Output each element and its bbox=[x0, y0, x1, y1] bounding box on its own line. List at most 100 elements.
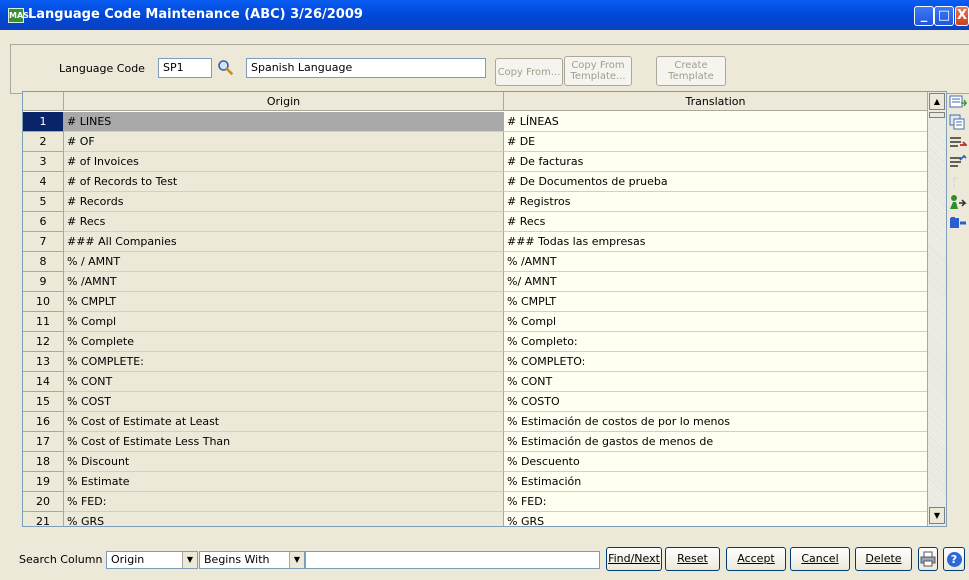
table-row[interactable]: 5 # Records # Registros bbox=[23, 192, 927, 212]
translation-cell[interactable]: % FED: bbox=[504, 492, 927, 512]
table-row[interactable]: 15 % COST % COSTO bbox=[23, 392, 927, 412]
insert-row-icon[interactable] bbox=[949, 94, 967, 110]
maximize-button[interactable]: □ bbox=[934, 6, 954, 26]
translation-column-header[interactable]: Translation bbox=[504, 92, 927, 111]
translation-cell[interactable]: ### Todas las empresas bbox=[504, 232, 927, 252]
translation-cell[interactable]: % Estimación de costos de por lo menos bbox=[504, 412, 927, 432]
translation-cell[interactable]: % CONT bbox=[504, 372, 927, 392]
search-column-select[interactable]: Origin ▼ bbox=[106, 551, 198, 569]
table-row[interactable]: 16 % Cost of Estimate at Least % Estimac… bbox=[23, 412, 927, 432]
origin-cell[interactable]: % / AMNT bbox=[64, 252, 504, 272]
scroll-down-button[interactable]: ▼ bbox=[929, 507, 945, 524]
translation-cell[interactable]: % Estimación bbox=[504, 472, 927, 492]
delete-row-icon[interactable] bbox=[949, 134, 967, 150]
folder-icon[interactable] bbox=[949, 214, 967, 230]
language-description-input[interactable]: Spanish Language bbox=[246, 58, 486, 78]
scroll-thumb[interactable] bbox=[929, 112, 945, 118]
translation-cell[interactable]: % Estimación de gastos de menos de bbox=[504, 432, 927, 452]
lookup-icon[interactable] bbox=[217, 59, 233, 75]
chevron-down-icon[interactable]: ▼ bbox=[182, 552, 197, 568]
origin-cell[interactable]: % CONT bbox=[64, 372, 504, 392]
table-row[interactable]: 10 % CMPLT % CMPLT bbox=[23, 292, 927, 312]
origin-cell[interactable]: % GRS bbox=[64, 512, 504, 526]
origin-cell[interactable]: % /AMNT bbox=[64, 272, 504, 292]
origin-cell[interactable]: % Complete bbox=[64, 332, 504, 352]
origin-cell[interactable]: # of Records to Test bbox=[64, 172, 504, 192]
vertical-scrollbar[interactable]: ▲ ▼ bbox=[927, 92, 946, 526]
search-mode-select[interactable]: Begins With ▼ bbox=[199, 551, 305, 569]
origin-cell[interactable]: # Recs bbox=[64, 212, 504, 232]
translation-cell[interactable]: # Registros bbox=[504, 192, 927, 212]
table-row[interactable]: 6 # Recs # Recs bbox=[23, 212, 927, 232]
table-row[interactable]: 20 % FED: % FED: bbox=[23, 492, 927, 512]
table-row[interactable]: 18 % Discount % Descuento bbox=[23, 452, 927, 472]
origin-cell[interactable]: % COMPLETE: bbox=[64, 352, 504, 372]
delete-button[interactable]: Delete bbox=[855, 547, 912, 571]
translation-cell[interactable]: % CMPLT bbox=[504, 292, 927, 312]
translation-cell[interactable]: % COSTO bbox=[504, 392, 927, 412]
origin-cell[interactable]: % Discount bbox=[64, 452, 504, 472]
translation-cell[interactable]: % GRS bbox=[504, 512, 927, 526]
translation-cell[interactable]: # De Documentos de prueba bbox=[504, 172, 927, 192]
reset-button[interactable]: Reset bbox=[665, 547, 720, 571]
table-row[interactable]: 13 % COMPLETE: % COMPLETO: bbox=[23, 352, 927, 372]
translation-cell[interactable]: # DE bbox=[504, 132, 927, 152]
translation-cell[interactable]: % Descuento bbox=[504, 452, 927, 472]
origin-cell[interactable]: # Records bbox=[64, 192, 504, 212]
table-row[interactable]: 4 # of Records to Test # De Documentos d… bbox=[23, 172, 927, 192]
search-text-input[interactable] bbox=[305, 551, 600, 569]
copy-from-button[interactable]: Copy From... bbox=[495, 58, 563, 86]
origin-column-header[interactable]: Origin bbox=[64, 92, 504, 111]
table-row[interactable]: 1 # LINES # LÍNEAS bbox=[23, 112, 927, 132]
translation-cell[interactable]: % COMPLETO: bbox=[504, 352, 927, 372]
copy-rows-icon[interactable] bbox=[949, 114, 967, 130]
table-row[interactable]: 9 % /AMNT %/ AMNT bbox=[23, 272, 927, 292]
table-row[interactable]: 3 # of Invoices # De facturas bbox=[23, 152, 927, 172]
language-code-input[interactable]: SP1 bbox=[158, 58, 212, 78]
origin-cell[interactable]: % CMPLT bbox=[64, 292, 504, 312]
close-button[interactable]: X bbox=[955, 6, 969, 26]
translation-cell[interactable]: # De facturas bbox=[504, 152, 927, 172]
help-button[interactable]: ? bbox=[943, 547, 965, 571]
origin-cell[interactable]: # of Invoices bbox=[64, 152, 504, 172]
origin-cell[interactable]: ### All Companies bbox=[64, 232, 504, 252]
origin-cell[interactable]: % Cost of Estimate Less Than bbox=[64, 432, 504, 452]
origin-cell[interactable]: % Estimate bbox=[64, 472, 504, 492]
chevron-down-icon[interactable]: ▼ bbox=[289, 552, 304, 568]
translation-grid[interactable]: Origin Translation 1 # LINES # LÍNEAS 2 … bbox=[22, 91, 947, 527]
cancel-button[interactable]: Cancel bbox=[790, 547, 850, 571]
translation-cell[interactable]: # LÍNEAS bbox=[504, 112, 927, 132]
origin-cell[interactable]: # OF bbox=[64, 132, 504, 152]
origin-cell[interactable]: % Cost of Estimate at Least bbox=[64, 412, 504, 432]
table-row[interactable]: 14 % CONT % CONT bbox=[23, 372, 927, 392]
move-row-icon[interactable] bbox=[949, 154, 967, 170]
origin-cell[interactable]: # LINES bbox=[64, 112, 504, 132]
translation-cell[interactable]: % Completo: bbox=[504, 332, 927, 352]
translation-cell[interactable]: % Compl bbox=[504, 312, 927, 332]
origin-cell[interactable]: % COST bbox=[64, 392, 504, 412]
translation-cell[interactable]: %/ AMNT bbox=[504, 272, 927, 292]
user-icon[interactable] bbox=[949, 194, 967, 210]
copy-from-template-button[interactable]: Copy From Template... bbox=[564, 56, 632, 86]
disabled-row-icon bbox=[953, 177, 958, 188]
find-next-button[interactable]: Find/Next bbox=[606, 547, 662, 571]
origin-cell[interactable]: % Compl bbox=[64, 312, 504, 332]
scroll-up-button[interactable]: ▲ bbox=[929, 93, 945, 110]
table-row[interactable]: 19 % Estimate % Estimación bbox=[23, 472, 927, 492]
table-row[interactable]: 11 % Compl % Compl bbox=[23, 312, 927, 332]
print-button[interactable] bbox=[918, 547, 938, 571]
minimize-button[interactable]: _ bbox=[914, 6, 934, 26]
translation-cell[interactable]: % /AMNT bbox=[504, 252, 927, 272]
row-number: 3 bbox=[23, 152, 64, 172]
row-number: 13 bbox=[23, 352, 64, 372]
table-row[interactable]: 21 % GRS % GRS bbox=[23, 512, 927, 526]
accept-button[interactable]: Accept bbox=[726, 547, 786, 571]
table-row[interactable]: 2 # OF # DE bbox=[23, 132, 927, 152]
translation-cell[interactable]: # Recs bbox=[504, 212, 927, 232]
table-row[interactable]: 8 % / AMNT % /AMNT bbox=[23, 252, 927, 272]
origin-cell[interactable]: % FED: bbox=[64, 492, 504, 512]
table-row[interactable]: 12 % Complete % Completo: bbox=[23, 332, 927, 352]
create-template-button[interactable]: Create Template bbox=[656, 56, 726, 86]
table-row[interactable]: 7 ### All Companies ### Todas las empres… bbox=[23, 232, 927, 252]
table-row[interactable]: 17 % Cost of Estimate Less Than % Estima… bbox=[23, 432, 927, 452]
